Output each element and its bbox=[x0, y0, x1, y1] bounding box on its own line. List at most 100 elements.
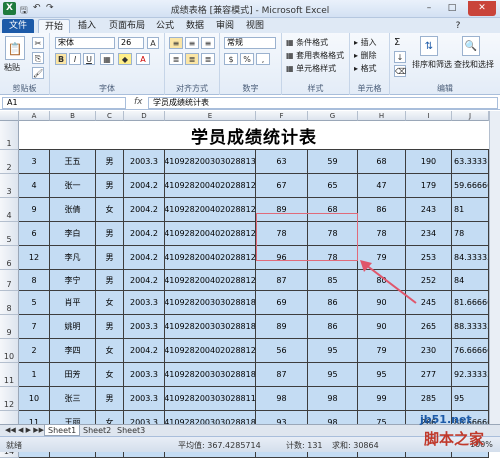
vertical-scrollbar[interactable] bbox=[489, 111, 500, 424]
underline-button[interactable]: U bbox=[83, 53, 95, 65]
autosum-button[interactable]: Σ bbox=[394, 37, 400, 48]
table-cell[interactable]: 李四 bbox=[50, 339, 96, 363]
insert-function-icon[interactable]: fx bbox=[134, 97, 143, 107]
tab-file[interactable]: 文件 bbox=[2, 19, 34, 33]
cell-styles-button[interactable]: ▦ 单元格样式 bbox=[286, 63, 336, 74]
table-cell[interactable]: 2003.3 bbox=[124, 291, 165, 315]
table-cell[interactable]: 2 bbox=[19, 339, 50, 363]
table-cell[interactable]: 2003.3 bbox=[124, 387, 165, 411]
clear-icon[interactable]: ⌫ bbox=[394, 65, 406, 77]
table-cell[interactable]: 3 bbox=[19, 150, 50, 174]
tab-page-layout[interactable]: 页面布局 bbox=[104, 19, 150, 33]
table-cell[interactable]: 张倩 bbox=[50, 198, 96, 222]
help-icon[interactable]: ? bbox=[452, 19, 464, 33]
table-cell[interactable]: 95 bbox=[308, 363, 358, 387]
table-cell[interactable]: 李宁 bbox=[50, 270, 96, 291]
table-cell[interactable]: 90 bbox=[358, 315, 406, 339]
table-cell[interactable]: 女 bbox=[96, 291, 124, 315]
table-cell[interactable]: 243 bbox=[406, 198, 452, 222]
table-cell[interactable]: 63 bbox=[256, 150, 308, 174]
find-select-button[interactable]: 查找和选择 bbox=[454, 59, 494, 70]
table-cell[interactable]: 410928200402028812 bbox=[165, 222, 256, 246]
sheet-tab-2[interactable]: Sheet2 bbox=[80, 425, 114, 436]
column-header[interactable]: H bbox=[358, 111, 406, 121]
fill-icon[interactable]: ↓ bbox=[394, 51, 406, 63]
table-cell[interactable]: 410928200402028812 bbox=[165, 339, 256, 363]
table-cell[interactable]: 2004.2 bbox=[124, 246, 165, 270]
table-cell[interactable]: 65 bbox=[308, 174, 358, 198]
table-cell[interactable]: 76.66666 bbox=[452, 339, 489, 363]
table-cell[interactable]: 12 bbox=[19, 246, 50, 270]
row-header[interactable]: 4 bbox=[0, 198, 19, 222]
table-cell[interactable]: 男 bbox=[96, 315, 124, 339]
sheet-nav-icon[interactable]: ◀◀ ◀ ▶ ▶▶ bbox=[2, 425, 47, 436]
table-cell[interactable]: 95 bbox=[308, 339, 358, 363]
align-center-icon[interactable]: ≣ bbox=[185, 53, 199, 65]
table-cell[interactable]: 59 bbox=[308, 150, 358, 174]
grow-font-icon[interactable]: A bbox=[147, 37, 159, 49]
row-header[interactable]: 12 bbox=[0, 387, 19, 411]
table-cell[interactable]: 410928200303028811 bbox=[165, 387, 256, 411]
table-cell[interactable]: 410928200303028813 bbox=[165, 150, 256, 174]
table-cell[interactable]: 410928200303028818 bbox=[165, 363, 256, 387]
font-name-select[interactable]: 宋体 bbox=[55, 37, 115, 49]
font-size-select[interactable]: 26 bbox=[118, 37, 144, 49]
table-cell[interactable]: 姚明 bbox=[50, 315, 96, 339]
table-cell[interactable]: 95 bbox=[358, 363, 406, 387]
column-header[interactable]: C bbox=[96, 111, 124, 121]
table-cell[interactable]: 王五 bbox=[50, 150, 96, 174]
select-all-corner[interactable] bbox=[0, 111, 19, 121]
row-header[interactable]: 7 bbox=[0, 270, 19, 291]
table-cell[interactable]: 88.33333 bbox=[452, 315, 489, 339]
table-cell[interactable]: 56 bbox=[256, 339, 308, 363]
tab-view[interactable]: 视图 bbox=[242, 19, 268, 33]
paste-icon[interactable]: 📋 bbox=[5, 36, 25, 60]
tab-review[interactable]: 审阅 bbox=[212, 19, 238, 33]
sheet-title-cell[interactable]: 学员成绩统计表 bbox=[19, 121, 489, 150]
table-cell[interactable]: 410928200402028812 bbox=[165, 198, 256, 222]
italic-button[interactable]: I bbox=[69, 53, 81, 65]
table-cell[interactable]: 67 bbox=[256, 174, 308, 198]
table-cell[interactable]: 86 bbox=[358, 198, 406, 222]
sort-filter-icon[interactable]: ⇅ bbox=[420, 36, 438, 56]
table-cell[interactable]: 7 bbox=[19, 315, 50, 339]
table-cell[interactable]: 男 bbox=[96, 387, 124, 411]
number-format-select[interactable]: 常规 bbox=[224, 37, 276, 49]
fill-color-icon[interactable]: ◆ bbox=[118, 53, 132, 65]
minimize-button[interactable]: – bbox=[418, 1, 440, 16]
table-cell[interactable]: 86 bbox=[308, 315, 358, 339]
maximize-button[interactable]: □ bbox=[441, 1, 463, 16]
table-cell[interactable]: 234 bbox=[406, 222, 452, 246]
currency-icon[interactable]: $ bbox=[224, 53, 238, 65]
insert-cells-button[interactable]: ▸ 插入 bbox=[354, 37, 377, 48]
table-cell[interactable]: 68 bbox=[358, 150, 406, 174]
table-cell[interactable]: 69 bbox=[256, 291, 308, 315]
table-cell[interactable]: 张一 bbox=[50, 174, 96, 198]
table-cell[interactable]: 78 bbox=[358, 222, 406, 246]
format-painter-icon[interactable]: 🖌 bbox=[32, 67, 44, 79]
table-cell[interactable]: 10 bbox=[19, 387, 50, 411]
table-cell[interactable]: 179 bbox=[406, 174, 452, 198]
table-cell[interactable]: 99 bbox=[358, 387, 406, 411]
row-header[interactable]: 3 bbox=[0, 174, 19, 198]
row-header[interactable]: 6 bbox=[0, 246, 19, 270]
comma-icon[interactable]: , bbox=[256, 53, 270, 65]
tab-insert[interactable]: 插入 bbox=[72, 19, 102, 33]
table-cell[interactable]: 98 bbox=[256, 387, 308, 411]
table-cell[interactable]: 1 bbox=[19, 363, 50, 387]
row-header[interactable]: 11 bbox=[0, 363, 19, 387]
align-bottom-icon[interactable]: ≡ bbox=[201, 37, 215, 49]
table-cell[interactable]: 410928200402028812 bbox=[165, 174, 256, 198]
table-cell[interactable]: 89 bbox=[256, 315, 308, 339]
table-cell[interactable]: 男 bbox=[96, 150, 124, 174]
conditional-format-button[interactable]: ▦ 条件格式 bbox=[286, 37, 328, 48]
align-right-icon[interactable]: ≣ bbox=[201, 53, 215, 65]
align-middle-icon[interactable]: ≡ bbox=[185, 37, 199, 49]
tab-formulas[interactable]: 公式 bbox=[152, 19, 178, 33]
table-cell[interactable]: 9 bbox=[19, 198, 50, 222]
table-cell[interactable]: 79 bbox=[358, 339, 406, 363]
name-box[interactable]: A1 bbox=[2, 97, 126, 109]
table-cell[interactable]: 410928200402028812 bbox=[165, 270, 256, 291]
table-cell[interactable]: 87 bbox=[256, 270, 308, 291]
table-cell[interactable]: 张三 bbox=[50, 387, 96, 411]
